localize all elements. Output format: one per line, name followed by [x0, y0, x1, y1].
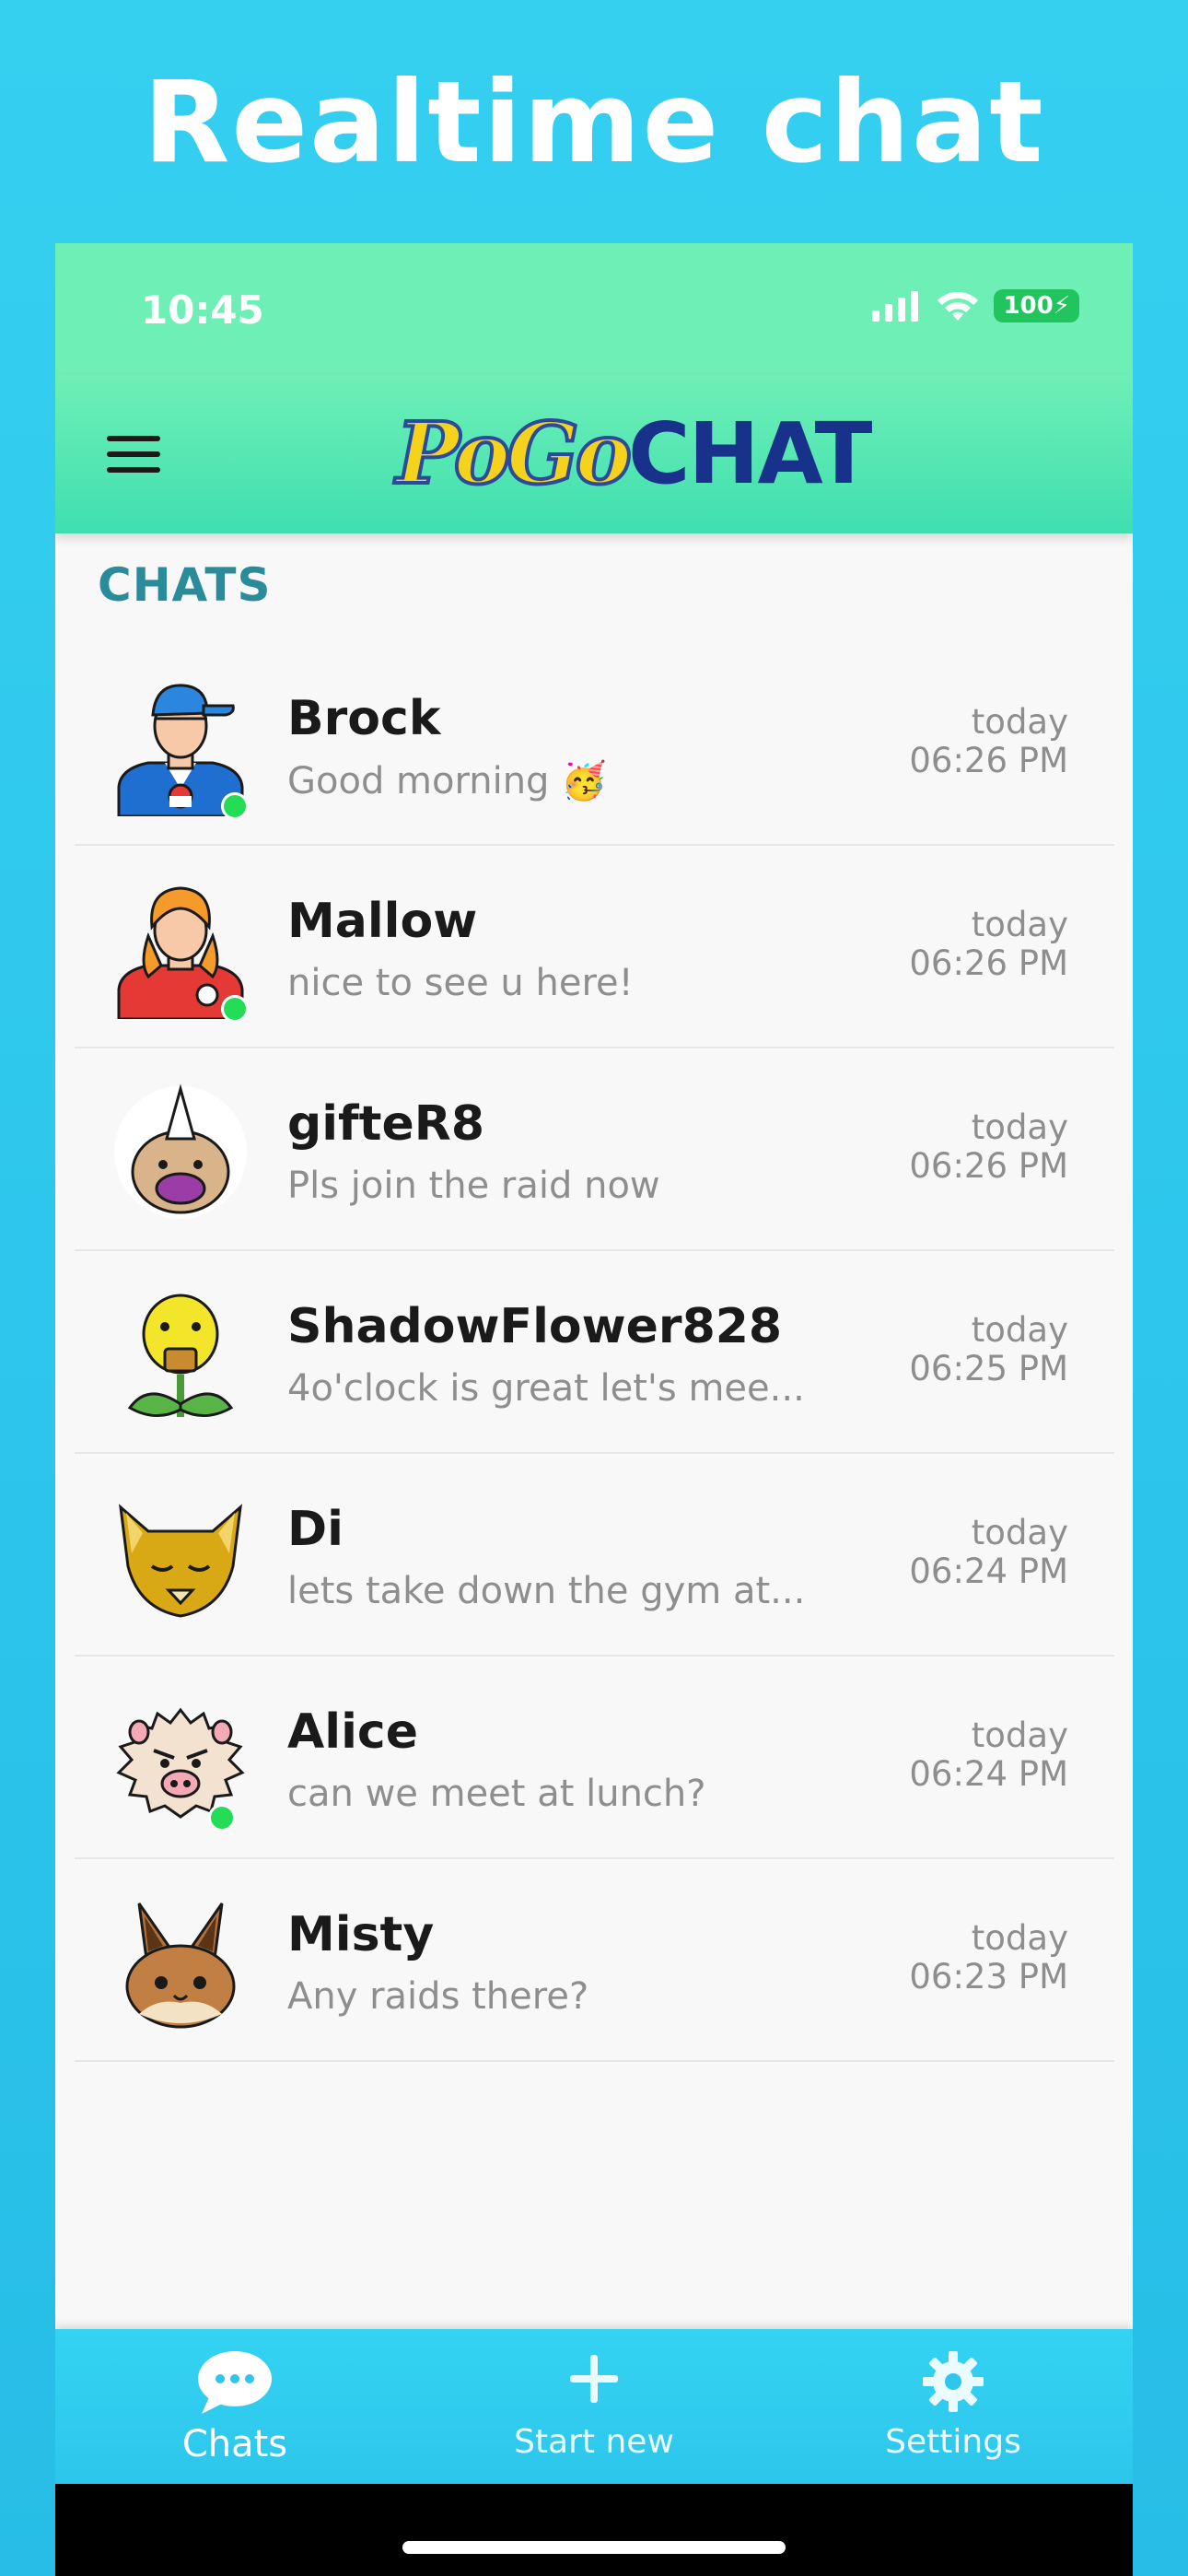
- tab-label: Chats: [181, 2423, 288, 2465]
- bottom-tab-bar: Chats Start new Settings: [55, 2329, 1133, 2484]
- chat-last-message: Pls join the raid now: [287, 1165, 660, 1207]
- gear-icon: [923, 2351, 984, 2412]
- app-logo: PoGo CHAT: [394, 402, 872, 505]
- chat-row-mallow[interactable]: Mallow nice to see u here! today 06:26 P…: [75, 846, 1114, 1048]
- battery-indicator: 100⚡: [994, 289, 1079, 322]
- chat-last-message: 4o'clock is great let's mee...: [287, 1367, 803, 1410]
- app-header: PoGo CHAT: [55, 375, 1133, 533]
- weedle-avatar: [111, 1083, 250, 1222]
- tab-label: Settings: [885, 2423, 1021, 2461]
- home-indicator[interactable]: [402, 2541, 786, 2554]
- chat-time: 06:26 PM: [909, 741, 1068, 780]
- chat-day: today: [971, 702, 1068, 742]
- chat-name: Brock: [287, 691, 441, 746]
- chat-day: today: [971, 1513, 1068, 1552]
- chat-time: 06:26 PM: [909, 943, 1068, 983]
- bellsprout-avatar: [111, 1286, 250, 1424]
- chat-day: today: [971, 1918, 1068, 1958]
- plus-icon: [570, 2355, 618, 2403]
- chat-last-message: Good morning 🥳: [287, 760, 607, 802]
- status-bar: 10:45 100⚡: [55, 243, 1133, 375]
- eevee-avatar: [111, 1894, 250, 2032]
- chat-day: today: [971, 1107, 1068, 1147]
- phone-screen: 10:45 100⚡ PoGo CHAT CHATS Brock Good mo…: [55, 243, 1133, 2576]
- chat-row-brock[interactable]: Brock Good morning 🥳 today 06:26 PM: [75, 643, 1114, 846]
- chat-name: Di: [287, 1502, 344, 1557]
- chat-time: 06:25 PM: [909, 1349, 1068, 1388]
- online-status-dot: [221, 792, 249, 820]
- logo-pogo: PoGo: [394, 402, 634, 505]
- status-icons: 100⚡: [870, 289, 1079, 322]
- section-title: CHATS: [98, 558, 272, 612]
- chat-time: 06:26 PM: [909, 1146, 1068, 1186]
- chat-row-gifter8[interactable]: gifteR8 Pls join the raid now today 06:2…: [75, 1048, 1114, 1251]
- chat-day: today: [971, 905, 1068, 944]
- chat-bubble-icon: [198, 2351, 272, 2414]
- chat-last-message: Any raids there?: [287, 1975, 589, 2018]
- chat-time: 06:23 PM: [909, 1957, 1068, 1996]
- abra-avatar: [111, 1489, 250, 1627]
- hamburger-menu-icon[interactable]: [107, 436, 160, 473]
- chat-last-message: nice to see u here!: [287, 962, 634, 1004]
- battery-level: 100: [1003, 292, 1054, 320]
- tab-chats[interactable]: Chats: [55, 2329, 414, 2484]
- cellular-signal-icon: [872, 291, 919, 322]
- tab-settings[interactable]: Settings: [774, 2329, 1133, 2484]
- chat-row-shadowflower828[interactable]: ShadowFlower828 4o'clock is great let's …: [75, 1251, 1114, 1454]
- chat-time: 06:24 PM: [909, 1754, 1068, 1794]
- chat-row-misty[interactable]: Misty Any raids there? today 06:23 PM: [75, 1859, 1114, 2062]
- chat-day: today: [971, 1310, 1068, 1350]
- online-status-dot: [208, 1804, 236, 1832]
- tab-start-new[interactable]: Start new: [414, 2329, 774, 2484]
- status-time: 10:45: [141, 287, 264, 333]
- home-indicator-area: [55, 2484, 1133, 2576]
- chat-name: ShadowFlower828: [287, 1299, 783, 1354]
- chat-row-alice[interactable]: Alice can we meet at lunch? today 06:24 …: [75, 1657, 1114, 1859]
- promo-headline: Realtime chat: [143, 57, 1045, 188]
- tab-label: Start new: [514, 2423, 674, 2461]
- charging-bolt-icon: ⚡: [1053, 292, 1070, 320]
- chat-name: Alice: [287, 1704, 418, 1760]
- chat-row-di[interactable]: Di lets take down the gym at... today 06…: [75, 1454, 1114, 1657]
- chat-last-message: lets take down the gym at...: [287, 1570, 803, 1612]
- chat-name: gifteR8: [287, 1096, 485, 1152]
- online-status-dot: [221, 995, 249, 1023]
- chat-last-message: can we meet at lunch?: [287, 1773, 706, 1815]
- chat-name: Mallow: [287, 894, 478, 949]
- chat-time: 06:24 PM: [909, 1551, 1068, 1591]
- chat-name: Misty: [287, 1907, 435, 1962]
- chat-list: Brock Good morning 🥳 today 06:26 PM Mall…: [75, 643, 1114, 2062]
- chat-day: today: [971, 1715, 1068, 1755]
- wifi-icon: [938, 291, 979, 321]
- logo-chat: CHAT: [628, 404, 872, 503]
